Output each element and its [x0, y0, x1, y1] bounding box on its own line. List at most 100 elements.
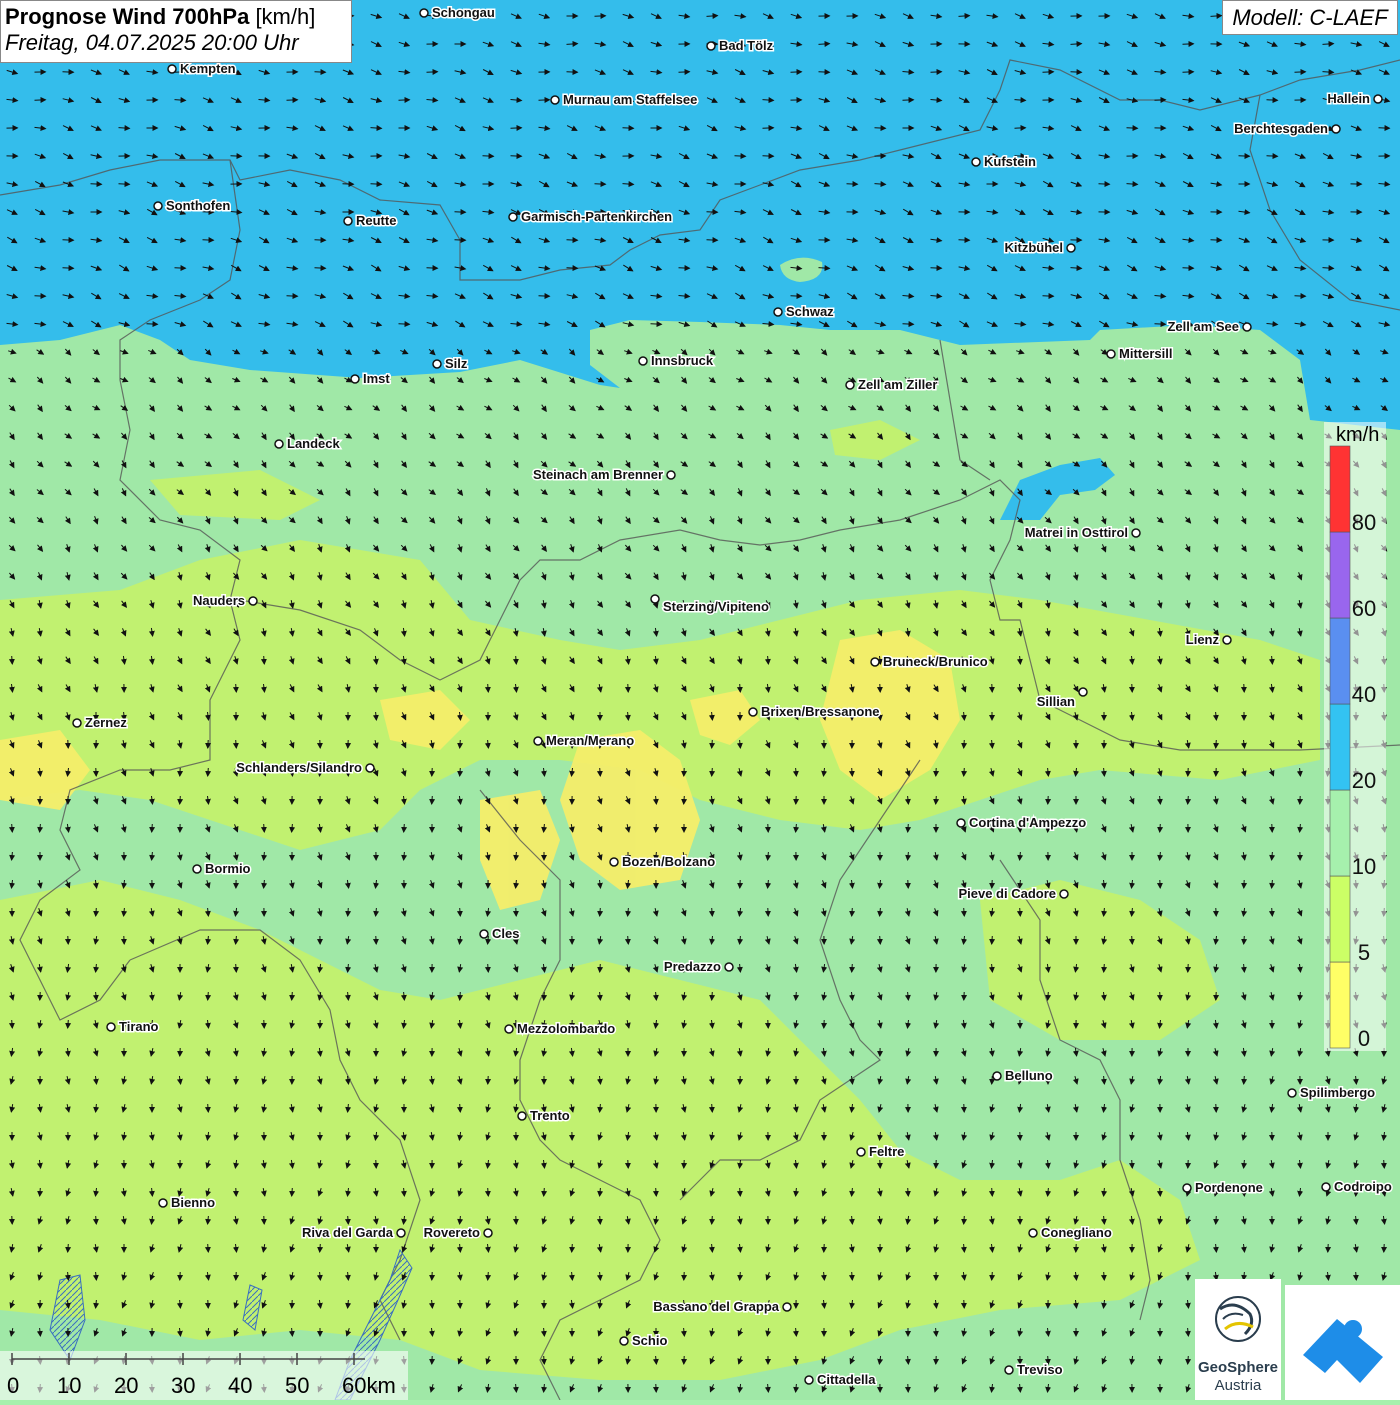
city-dot: [725, 963, 733, 971]
city-label: Zell am See: [1167, 319, 1239, 334]
scale-bar: 0102030405060km: [0, 1351, 408, 1400]
city-marker: Bassano del Grappa: [653, 1299, 791, 1314]
scale-label: 0: [7, 1373, 19, 1399]
city-label: Codroipo: [1334, 1179, 1392, 1194]
city-dot: [707, 42, 715, 50]
city-dot: [871, 658, 879, 666]
city-marker: Garmisch-Partenkirchen: [509, 209, 672, 224]
city-dot: [275, 440, 283, 448]
city-dot: [774, 308, 782, 316]
scale-label: 20: [114, 1373, 138, 1399]
city-dot: [366, 764, 374, 772]
city-dot: [193, 865, 201, 873]
city-dot: [667, 471, 675, 479]
legend-band: [1330, 962, 1350, 1048]
city-marker: Brixen/Bressanone: [749, 704, 880, 719]
city-label: Lienz: [1186, 632, 1220, 647]
city-label: Conegliano: [1041, 1225, 1112, 1240]
city-label: Pordenone: [1195, 1180, 1263, 1195]
city-marker: Spilimbergo: [1288, 1085, 1375, 1100]
city-marker: Schongau: [420, 5, 495, 20]
city-dot: [620, 1337, 628, 1345]
city-dot: [534, 737, 542, 745]
city-label: Feltre: [869, 1144, 904, 1159]
city-dot: [107, 1023, 115, 1031]
city-dot: [1060, 890, 1068, 898]
city-marker: Pordenone: [1183, 1180, 1263, 1195]
city-marker: Bruneck/Brunico: [871, 654, 988, 669]
city-label: Silz: [445, 356, 468, 371]
city-label: Bienno: [171, 1195, 215, 1210]
city-dot: [1107, 350, 1115, 358]
city-dot: [749, 708, 757, 716]
city-marker: Murnau am Staffelsee: [551, 92, 697, 107]
city-dot: [1005, 1366, 1013, 1374]
city-label: Cles: [492, 926, 519, 941]
city-label: Garmisch-Partenkirchen: [521, 209, 672, 224]
logo-line1: GeoSphere: [1195, 1359, 1281, 1376]
city-label: Sterzing/Vipiteno: [663, 599, 769, 614]
city-dot: [168, 65, 176, 73]
city-marker: Bozen/Bolzano: [610, 854, 715, 869]
legend-band: [1330, 446, 1350, 532]
city-label: Bormio: [205, 861, 251, 876]
legend-band: [1330, 704, 1350, 790]
legend-label: 80: [1352, 510, 1376, 535]
city-label: Kufstein: [984, 154, 1036, 169]
legend-label: 5: [1358, 940, 1370, 965]
city-marker: Riva del Garda: [302, 1225, 405, 1240]
city-label: Schio: [632, 1333, 667, 1348]
city-dot: [420, 9, 428, 17]
city-marker: Sonthofen: [154, 198, 230, 213]
city-dot: [551, 96, 559, 104]
city-dot: [1288, 1089, 1296, 1097]
scale-label: 30: [171, 1373, 195, 1399]
city-dot: [651, 595, 659, 603]
legend-band: [1330, 532, 1350, 618]
city-dot: [1029, 1229, 1037, 1237]
city-marker: Schlanders/Silandro: [236, 760, 374, 775]
city-label: Spilimbergo: [1300, 1085, 1375, 1100]
city-marker: Innsbruck: [639, 353, 714, 368]
forecast-datetime: Freitag, 04.07.2025 20:00 Uhr: [5, 30, 347, 56]
scale-label: 50: [285, 1373, 309, 1399]
legend-band: [1330, 618, 1350, 704]
city-label: Zernez: [85, 715, 127, 730]
city-dot: [480, 930, 488, 938]
city-marker: Zell am See: [1167, 319, 1251, 334]
city-dot: [993, 1072, 1001, 1080]
city-label: Murnau am Staffelsee: [563, 92, 697, 107]
logo-line2: Austria: [1195, 1377, 1281, 1394]
city-dot: [249, 597, 257, 605]
legend-label: 60: [1352, 596, 1376, 621]
city-label: Mittersill: [1119, 346, 1172, 361]
city-label: Predazzo: [664, 959, 721, 974]
city-marker: Matrei in Osttirol: [1025, 525, 1140, 540]
city-label: Reutte: [356, 213, 396, 228]
city-dot: [783, 1303, 791, 1311]
city-dot: [639, 357, 647, 365]
city-dot: [397, 1229, 405, 1237]
city-label: Kempten: [180, 61, 236, 76]
city-dot: [433, 360, 441, 368]
city-marker: Zell am Ziller: [846, 377, 937, 392]
city-label: Cortina d'Ampezzo: [969, 815, 1086, 830]
city-dot: [610, 858, 618, 866]
city-label: Schwaz: [786, 304, 834, 319]
city-marker: Pieve di Cadore: [958, 886, 1068, 901]
app-logo: [1285, 1285, 1400, 1400]
legend: km/h 051020406080: [1324, 422, 1386, 1051]
city-dot: [344, 217, 352, 225]
map-title: Prognose Wind 700hPa: [5, 4, 249, 29]
wind-map: SchongauBad TölzKemptenMurnau am Staffel…: [0, 0, 1400, 1400]
city-dot: [1132, 529, 1140, 537]
city-label: Matrei in Osttirol: [1025, 525, 1128, 540]
city-dot: [972, 158, 980, 166]
legend-label: 10: [1352, 854, 1376, 879]
city-label: Treviso: [1017, 1362, 1063, 1377]
city-dot: [957, 819, 965, 827]
city-dot: [805, 1376, 813, 1384]
city-marker: Mezzolombardo: [505, 1021, 615, 1036]
scale-label: 40: [228, 1373, 252, 1399]
city-label: Riva del Garda: [302, 1225, 394, 1240]
